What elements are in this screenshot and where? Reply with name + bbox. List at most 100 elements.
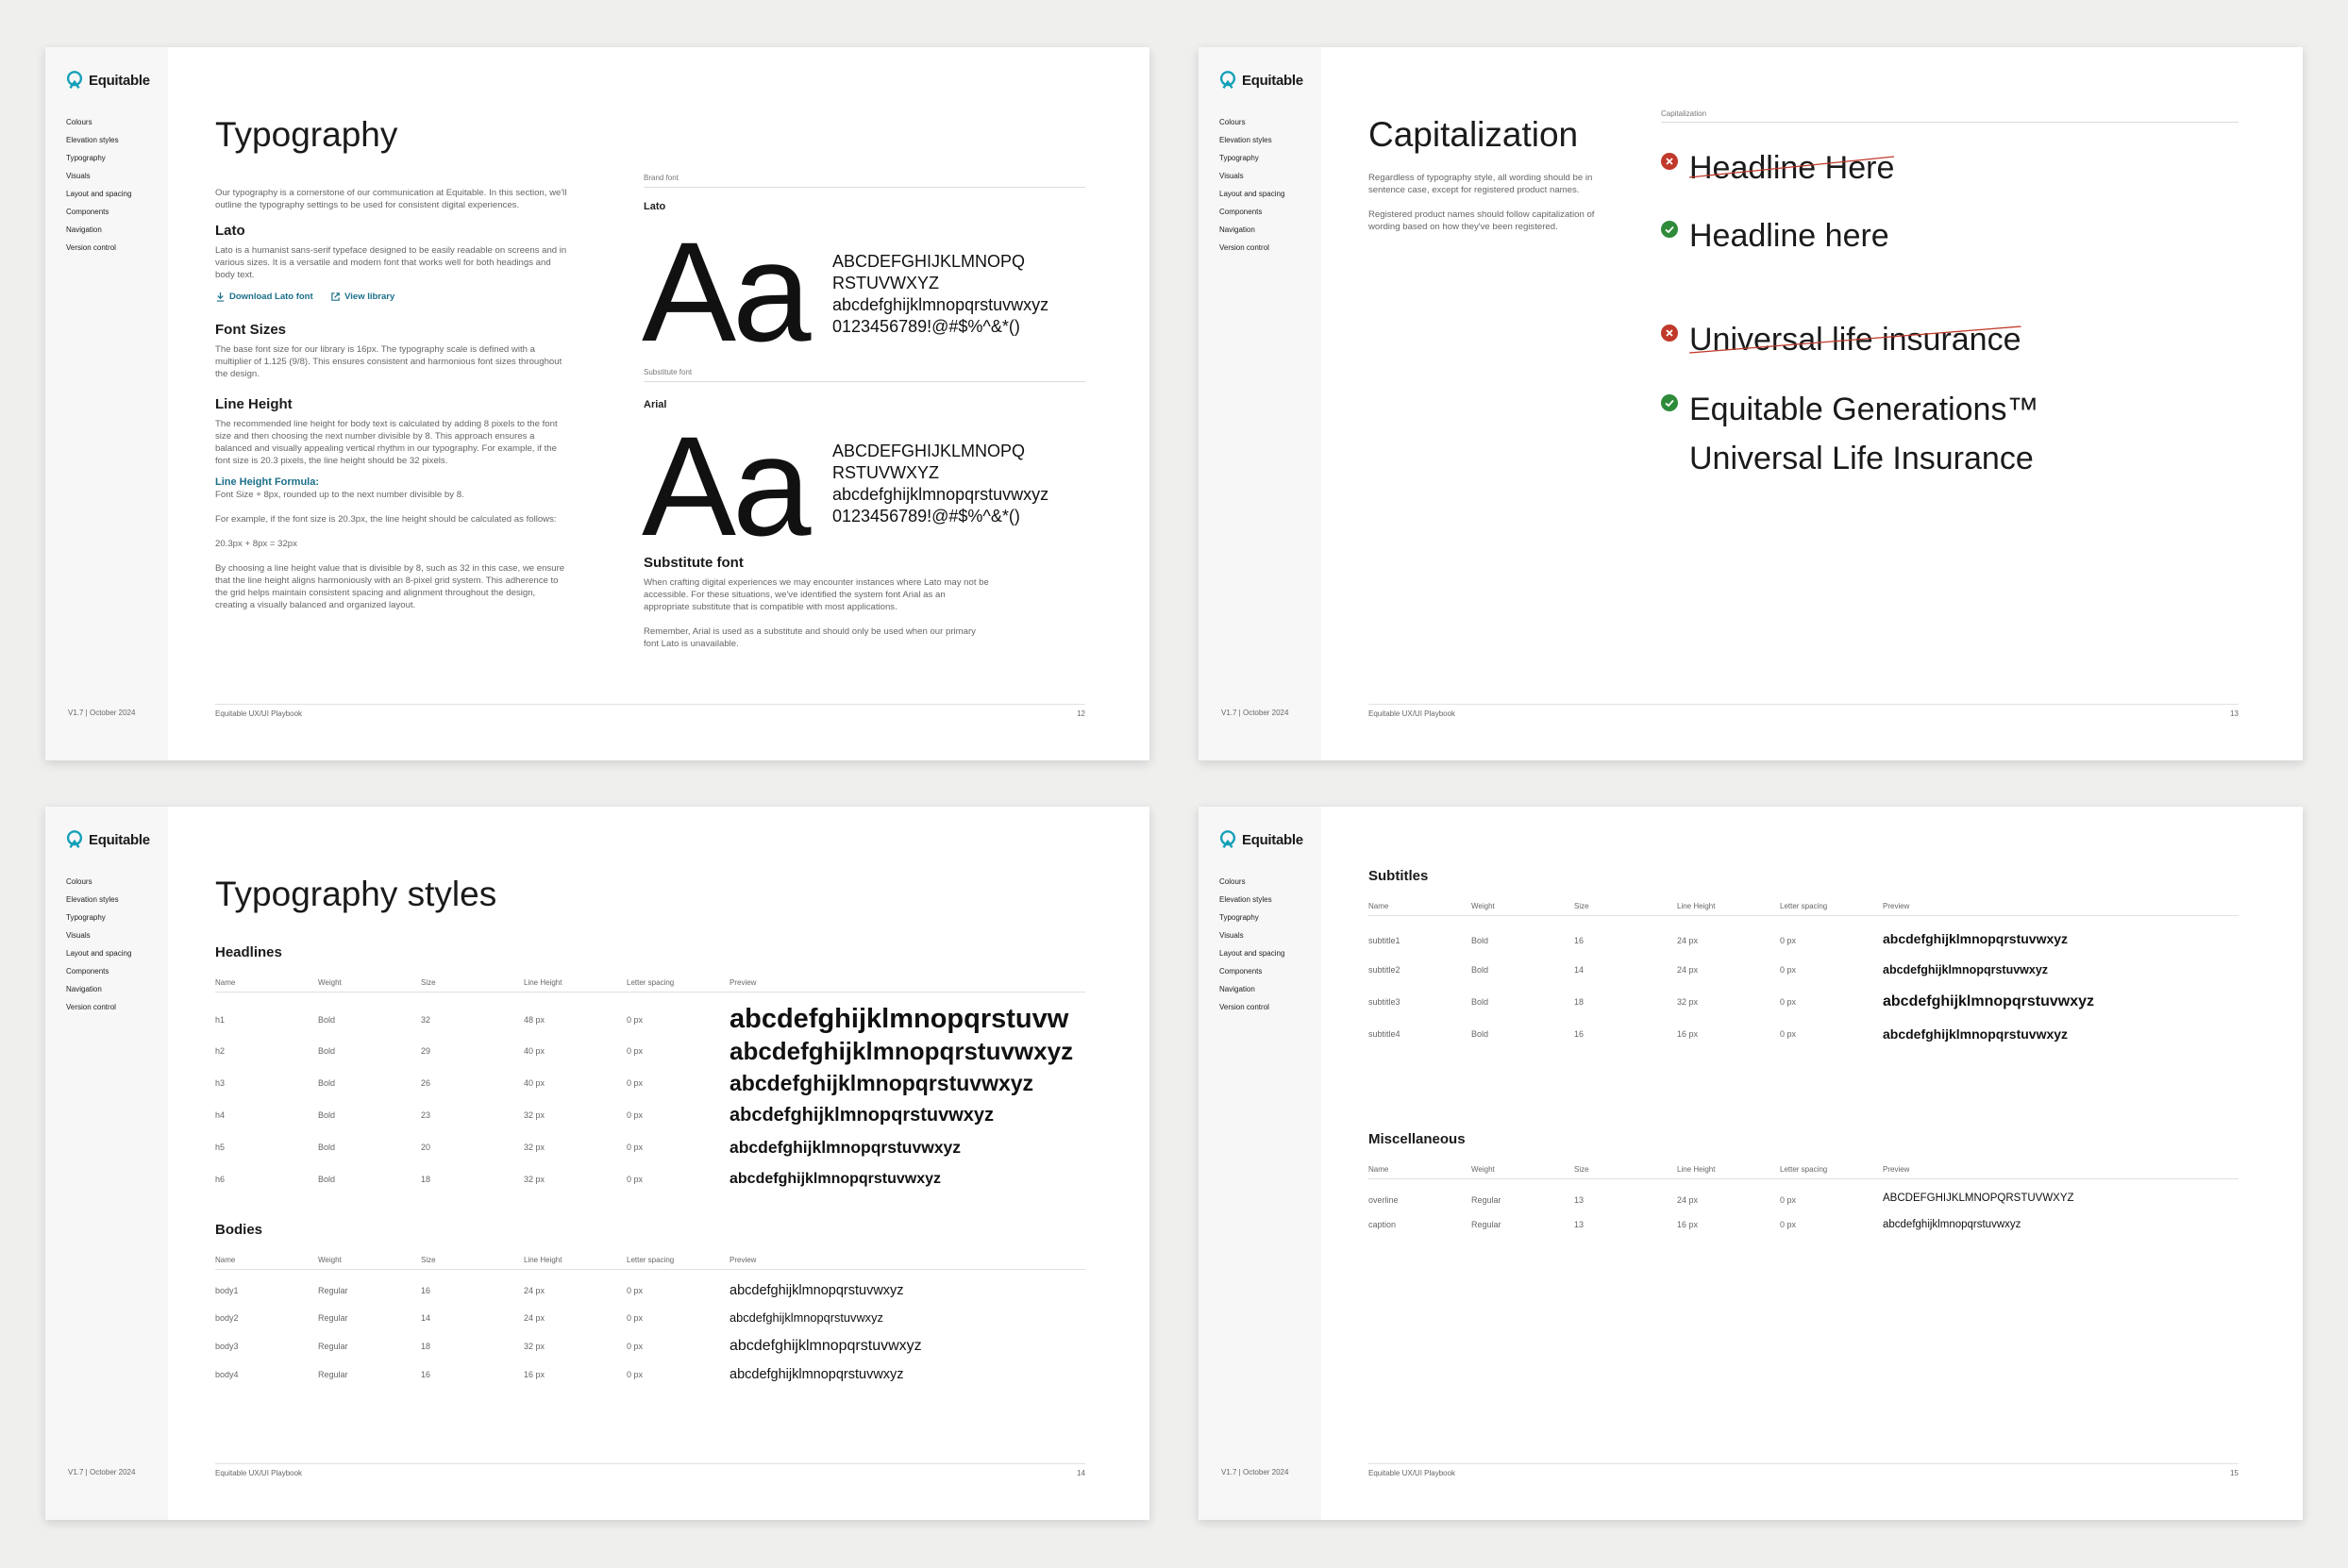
style-size: 13 xyxy=(1574,1219,1585,1229)
style-size: 29 xyxy=(421,1046,431,1056)
nav-item-colours[interactable]: Colours xyxy=(1219,113,1284,131)
nav-item-version-control[interactable]: Version control xyxy=(66,998,131,1016)
nav-item-navigation[interactable]: Navigation xyxy=(66,980,131,998)
nav-item-components[interactable]: Components xyxy=(66,962,131,980)
style-preview: abcdefghijklmnopqrstuvwxyz xyxy=(1883,1218,2021,1230)
nav-item-elevation-styles[interactable]: Elevation styles xyxy=(66,891,131,909)
sidebar: Equitable Colours Elevation styles Typog… xyxy=(1199,47,1321,760)
nav-item-visuals[interactable]: Visuals xyxy=(66,926,131,944)
nav-item-visuals[interactable]: Visuals xyxy=(1219,167,1284,185)
style-name: overline xyxy=(1368,1194,1399,1205)
nav-item-typography[interactable]: Typography xyxy=(1219,149,1284,167)
style-letter-spacing: 0 px xyxy=(1780,996,1797,1007)
style-name: h2 xyxy=(215,1046,226,1056)
nav-item-colours[interactable]: Colours xyxy=(66,873,131,891)
nav-item-typography[interactable]: Typography xyxy=(66,909,131,926)
style-letter-spacing: 0 px xyxy=(627,1369,644,1379)
nav-item-layout-and-spacing[interactable]: Layout and spacing xyxy=(1219,185,1284,203)
view-library-link[interactable]: View library xyxy=(330,292,394,302)
version-label: V1.7 | October 2024 xyxy=(68,1468,136,1476)
error-icon xyxy=(1661,325,1678,342)
nav-item-colours[interactable]: Colours xyxy=(1219,873,1284,891)
nav-item-elevation-styles[interactable]: Elevation styles xyxy=(1219,891,1284,909)
style-line-height: 24 px xyxy=(1677,964,1699,975)
strikethrough-mark xyxy=(1689,325,2021,354)
style-weight: Bold xyxy=(318,1078,336,1088)
nav-item-elevation-styles[interactable]: Elevation styles xyxy=(1219,131,1284,149)
table-row: body3 Regular 18 32 px 0 px abcdefghijkl… xyxy=(215,1332,1085,1360)
nav-item-navigation[interactable]: Navigation xyxy=(1219,221,1284,239)
nav-item-layout-and-spacing[interactable]: Layout and spacing xyxy=(66,185,131,203)
intro-text: Our typography is a cornerstone of our c… xyxy=(215,188,567,210)
nav-item-visuals[interactable]: Visuals xyxy=(66,167,131,185)
logo[interactable]: Equitable xyxy=(1217,829,1303,850)
check-icon xyxy=(1661,394,1678,411)
column-header: Size xyxy=(1574,902,1677,916)
style-weight: Regular xyxy=(318,1341,348,1351)
lato-text: Lato is a humanist sans-serif typeface d… xyxy=(215,245,567,280)
page-title: Typography xyxy=(215,115,398,154)
nav-item-components[interactable]: Components xyxy=(1219,203,1284,221)
strikethrough-mark xyxy=(1689,156,1895,178)
substitute-font-divider xyxy=(644,381,1085,382)
column-header: Letter spacing xyxy=(627,1256,730,1270)
nav-item-version-control[interactable]: Version control xyxy=(1219,239,1284,257)
capitalization-rule: Regardless of typography style, all word… xyxy=(1368,173,1593,195)
subtitles-heading: Subtitles xyxy=(1368,868,1429,884)
style-line-height: 24 px xyxy=(524,1285,545,1295)
nav-item-components[interactable]: Components xyxy=(1219,962,1284,980)
footer-title: Equitable UX/UI Playbook xyxy=(215,1469,303,1477)
nav-item-layout-and-spacing[interactable]: Layout and spacing xyxy=(1219,944,1284,962)
example-good-product: Equitable Generations™ Universal Life In… xyxy=(1661,385,2038,483)
logo[interactable]: Equitable xyxy=(1217,70,1303,91)
download-lato-link[interactable]: Download Lato font xyxy=(215,292,313,302)
nav-item-components[interactable]: Components xyxy=(66,203,131,221)
misc-table: Name Weight Size Line Height Letter spac… xyxy=(1368,1165,2239,1238)
page-title: Capitalization xyxy=(1368,115,1579,154)
style-size: 23 xyxy=(421,1110,431,1120)
style-weight: Bold xyxy=(318,1143,336,1152)
brand-font-divider xyxy=(644,187,1085,188)
arial-character-set: ABCDEFGHIJKLMNOPQ RSTUVWXYZ abcdefghijkl… xyxy=(832,441,1048,527)
style-name: h5 xyxy=(215,1143,226,1152)
style-preview: abcdefghijklmnopqrstuvwxyz xyxy=(730,1070,1034,1095)
substitute-font-info: Substitute font When crafting digital ex… xyxy=(644,555,993,650)
equitable-logo-icon xyxy=(1219,830,1236,848)
table-header-row: Name Weight Size Line Height Letter spac… xyxy=(1368,902,2239,916)
table-row: h2 Bold 29 40 px 0 px abcdefghijklmnopqr… xyxy=(215,1035,1085,1067)
nav-item-version-control[interactable]: Version control xyxy=(1219,998,1284,1016)
column-header: Letter spacing xyxy=(1780,902,1883,916)
check-icon xyxy=(1661,221,1678,238)
style-size: 32 xyxy=(421,1014,431,1025)
nav-item-version-control[interactable]: Version control xyxy=(66,239,131,257)
logo[interactable]: Equitable xyxy=(64,70,150,91)
nav-item-typography[interactable]: Typography xyxy=(66,149,131,167)
column-header: Name xyxy=(1368,1165,1471,1179)
page-number: 12 xyxy=(1077,709,1085,718)
bodies-heading: Bodies xyxy=(215,1222,263,1238)
column-header: Size xyxy=(421,978,524,993)
style-preview: abcdefghijklmnopqrstuvwxyz xyxy=(1883,930,2069,946)
nav-item-colours[interactable]: Colours xyxy=(66,113,131,131)
style-preview: abcdefghijklmnopqrstuvwxyz xyxy=(730,1310,883,1325)
equitable-logo-icon xyxy=(66,71,83,89)
headlines-heading: Headlines xyxy=(215,944,282,960)
column-header: Line Height xyxy=(1677,1165,1780,1179)
logo[interactable]: Equitable xyxy=(64,829,150,850)
style-preview: ABCDEFGHIJKLMNOPQRSTUVWXYZ xyxy=(1883,1192,2074,1204)
style-weight: Regular xyxy=(318,1312,348,1323)
nav-item-navigation[interactable]: Navigation xyxy=(66,221,131,239)
nav-item-layout-and-spacing[interactable]: Layout and spacing xyxy=(66,944,131,962)
style-preview: abcdefghijklmnopqrstuvwxyz xyxy=(1883,962,2049,976)
style-letter-spacing: 0 px xyxy=(627,1078,644,1088)
page-capitalization: Equitable Colours Elevation styles Typog… xyxy=(1199,47,2303,760)
sidebar-nav: Colours Elevation styles Typography Visu… xyxy=(1219,873,1284,1016)
style-size: 16 xyxy=(421,1369,431,1379)
nav-item-typography[interactable]: Typography xyxy=(1219,909,1284,926)
table-row: body1 Regular 16 24 px 0 px abcdefghijkl… xyxy=(215,1270,1085,1304)
nav-item-navigation[interactable]: Navigation xyxy=(1219,980,1284,998)
arial-chars-upper2: RSTUVWXYZ xyxy=(832,463,940,482)
style-line-height: 16 px xyxy=(1677,1028,1699,1039)
nav-item-visuals[interactable]: Visuals xyxy=(1219,926,1284,944)
nav-item-elevation-styles[interactable]: Elevation styles xyxy=(66,131,131,149)
